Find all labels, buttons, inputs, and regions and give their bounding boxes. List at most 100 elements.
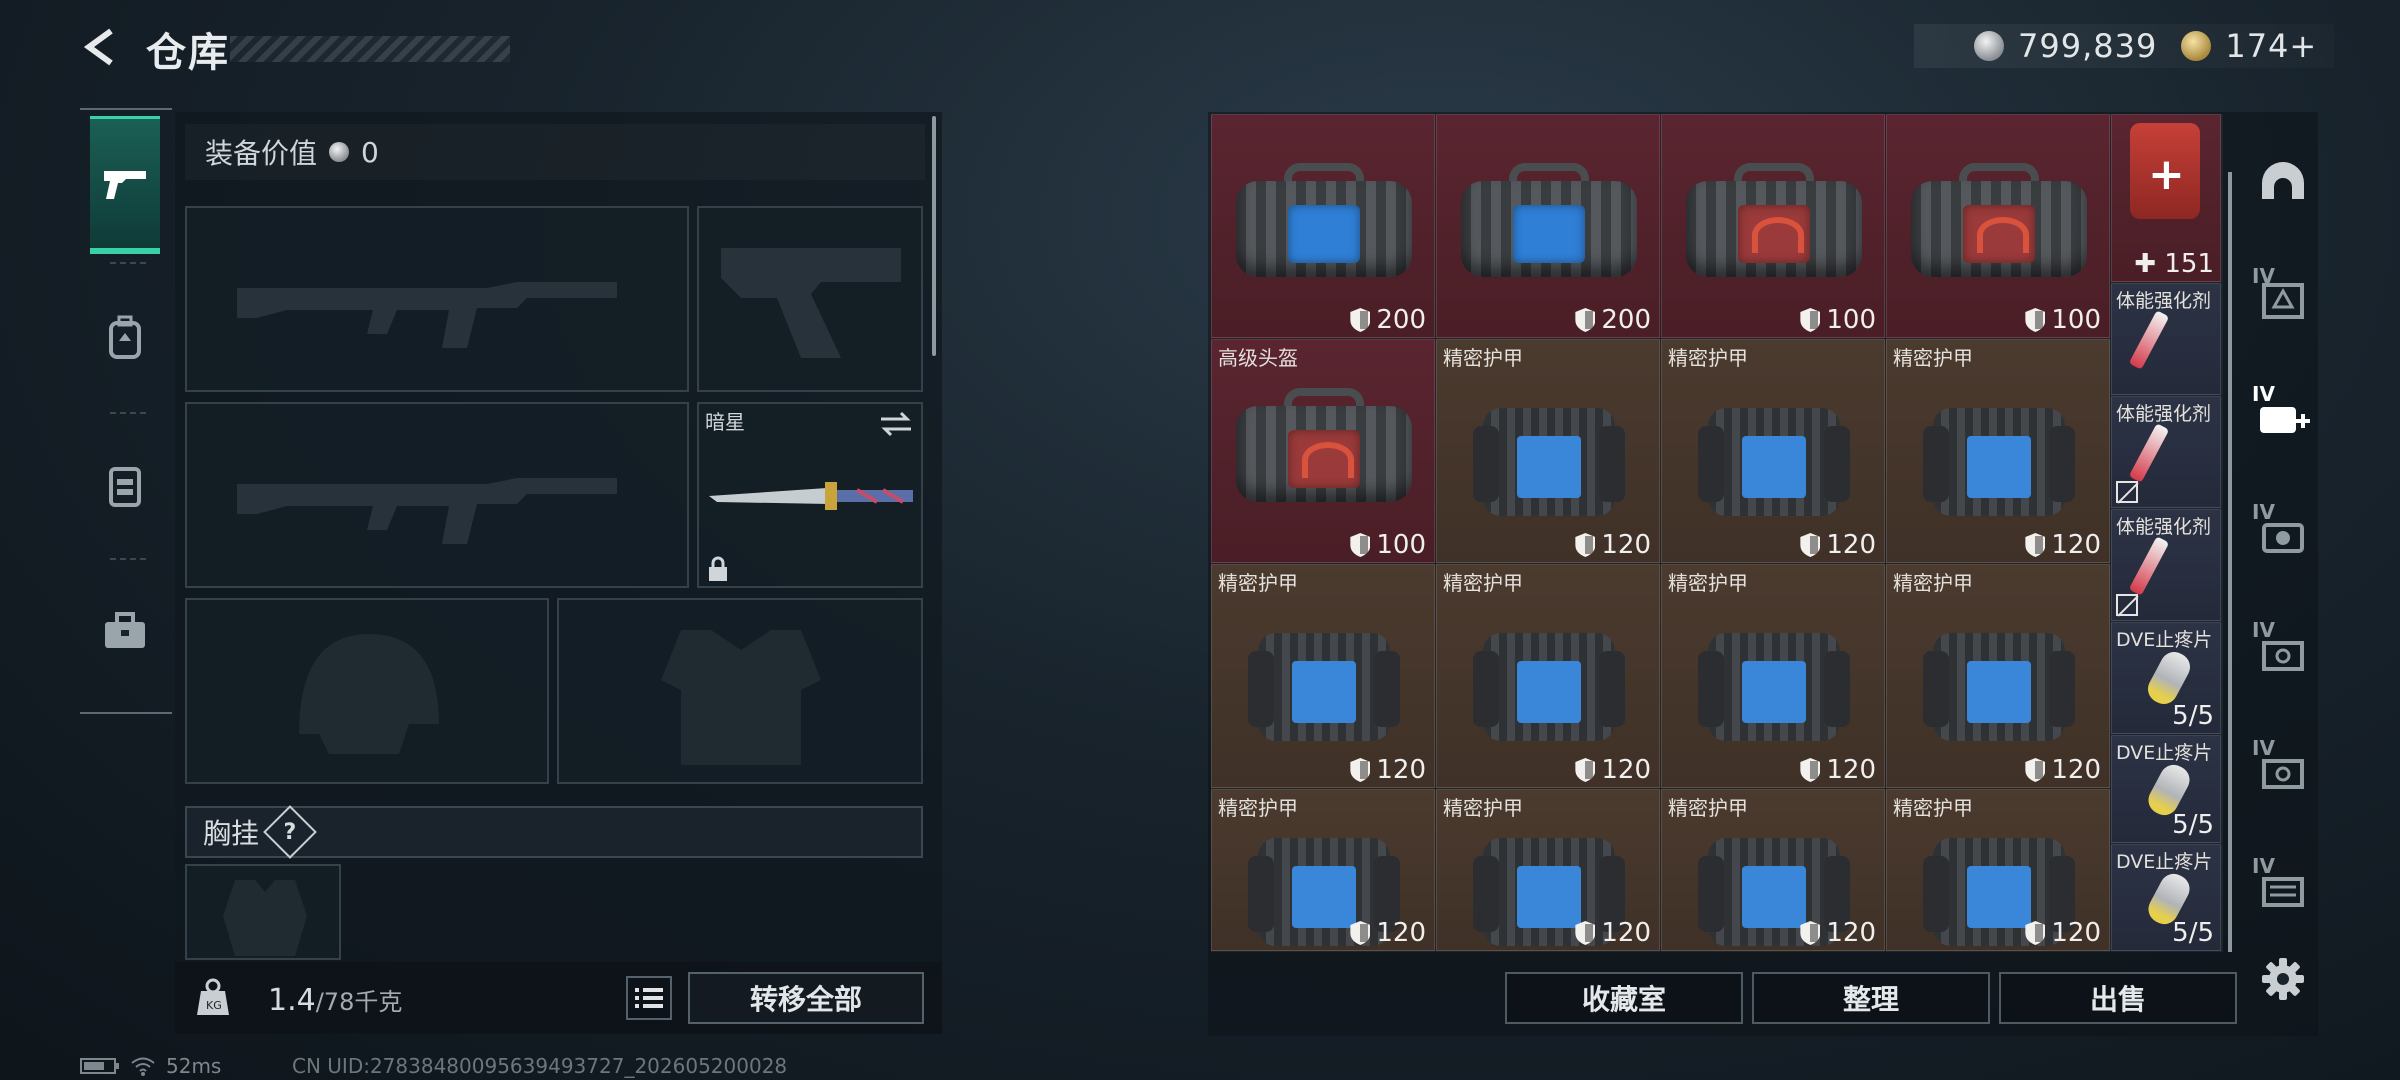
- cell-label: 精密护甲: [1668, 346, 1748, 370]
- disabled-icon: [2116, 481, 2138, 503]
- durability-icon: [1800, 533, 1820, 557]
- pistol-silhouette-icon: [721, 248, 901, 358]
- durability-icon: [2025, 758, 2045, 782]
- armor-vest-icon: [1698, 621, 1850, 741]
- transfer-all-button[interactable]: 转移全部: [688, 972, 924, 1024]
- help-button[interactable]: ?: [263, 805, 317, 859]
- cell-value: 120: [1601, 755, 1651, 785]
- left-nav: [80, 108, 172, 714]
- grid-cell[interactable]: 100: [1886, 114, 2110, 338]
- filter-gear-2[interactable]: IV: [2246, 734, 2320, 808]
- silver-coin-icon: [329, 142, 350, 162]
- cell-value: 120: [2051, 918, 2101, 948]
- weight-readout: 1.4/78千克: [268, 982, 402, 1018]
- warehouse-grid: 200 200 100 100 高级头盔 100 精密护甲 120 精密护甲 1…: [1211, 114, 2223, 952]
- grid-cell[interactable]: 200: [1211, 114, 1435, 338]
- grid-cell[interactable]: ✚ 151: [2111, 114, 2221, 282]
- grid-cell[interactable]: DVE止疼片 5/5: [2111, 622, 2221, 734]
- grid-cell[interactable]: 精密护甲 120: [1211, 789, 1435, 951]
- grid-cell[interactable]: 精密护甲 120: [1436, 564, 1660, 788]
- durability-icon: [1575, 533, 1595, 557]
- sell-button[interactable]: 出售: [1999, 972, 2237, 1024]
- chest-rig-slot[interactable]: [185, 864, 341, 960]
- equipment-value-bar: 装备价值 0: [185, 124, 925, 180]
- grid-cell[interactable]: 精密护甲 120: [1661, 789, 1885, 951]
- helmet-slot[interactable]: [185, 598, 549, 784]
- pistol-slot[interactable]: [697, 206, 923, 392]
- medkit-icon: [2130, 123, 2200, 219]
- knife-icon: [709, 482, 913, 510]
- grid-cell[interactable]: 精密护甲 120: [1436, 339, 1660, 563]
- help-icon: ?: [283, 819, 297, 845]
- armor-silhouette-icon: [661, 630, 821, 765]
- filter-gear[interactable]: IV: [2246, 616, 2320, 690]
- filter-medical[interactable]: IV: [2246, 380, 2320, 454]
- cell-label: 精密护甲: [1443, 346, 1523, 370]
- cell-label: 体能强化剂: [2116, 403, 2212, 425]
- filter-chest-rig[interactable]: IV: [2246, 262, 2320, 336]
- title-decoration: [230, 36, 510, 62]
- list-view-button[interactable]: [626, 976, 672, 1020]
- warehouse-scrollbar[interactable]: [2228, 172, 2232, 952]
- rifle-silhouette-icon: [237, 282, 617, 348]
- cell-value: 5/5: [2172, 701, 2214, 731]
- status-bar: 52ms: [80, 1054, 221, 1078]
- rifle-silhouette-icon: [237, 478, 617, 544]
- grid-cell[interactable]: 精密护甲 120: [1886, 564, 2110, 788]
- grid-cell[interactable]: 精密护甲 120: [1211, 564, 1435, 788]
- tab-backpack[interactable]: [90, 268, 160, 406]
- tab-weapons[interactable]: [90, 116, 160, 254]
- grid-cell[interactable]: 体能强化剂: [2111, 396, 2221, 508]
- grid-cell[interactable]: DVE止疼片 5/5: [2111, 735, 2221, 843]
- grid-cell[interactable]: 精密护甲 120: [1661, 339, 1885, 563]
- lock-icon: [709, 556, 727, 581]
- grid-cell[interactable]: 精密护甲 120: [1661, 564, 1885, 788]
- filter-helmet[interactable]: [2246, 144, 2320, 218]
- svg-text:KG: KG: [206, 999, 222, 1012]
- durability-icon: [1350, 533, 1370, 557]
- backpack-icon: [109, 315, 141, 359]
- page-title: 仓库: [146, 30, 230, 76]
- tab-case[interactable]: [90, 562, 160, 700]
- plus-icon: ✚: [2134, 249, 2157, 279]
- cell-value: 200: [1601, 305, 1651, 335]
- tier-label: IV: [2252, 736, 2275, 760]
- grid-cell[interactable]: 精密护甲 120: [1886, 339, 2110, 563]
- organize-button[interactable]: 整理: [1752, 972, 1990, 1024]
- grid-cell[interactable]: 精密护甲 120: [1436, 789, 1660, 951]
- equipment-scrollbar[interactable]: [932, 116, 936, 356]
- weight-max: /78千克: [315, 988, 403, 1016]
- filter-case[interactable]: IV: [2246, 852, 2320, 926]
- cell-label: 精密护甲: [1893, 571, 1973, 595]
- cell-value: 120: [1826, 755, 1876, 785]
- grid-cell[interactable]: 200: [1436, 114, 1660, 338]
- chest-rig-label: 胸挂: [203, 817, 260, 850]
- armor-slot[interactable]: [557, 598, 923, 784]
- swap-icon[interactable]: [879, 410, 913, 438]
- grid-cell[interactable]: 100: [1661, 114, 1885, 338]
- durability-icon: [1350, 921, 1370, 945]
- grid-cell[interactable]: 高级头盔 100: [1211, 339, 1435, 563]
- primary-weapon-slot[interactable]: [185, 206, 689, 392]
- helmet-icon: [2262, 162, 2304, 199]
- filter-equipment[interactable]: IV: [2246, 498, 2320, 572]
- tab-rig[interactable]: [90, 416, 160, 554]
- grid-cell[interactable]: DVE止疼片 5/5: [2111, 844, 2221, 951]
- weight-icon: KG: [188, 972, 238, 1022]
- cell-value: 100: [1826, 305, 1876, 335]
- helmet-silhouette-icon: [299, 634, 439, 754]
- settings-button[interactable]: [2246, 942, 2320, 1016]
- silver-amount: 799,839: [2018, 27, 2158, 65]
- rig-icon: [109, 467, 141, 507]
- back-button[interactable]: [78, 24, 124, 70]
- gold-amount[interactable]: 174+: [2225, 27, 2317, 65]
- grid-cell[interactable]: 精密护甲 120: [1886, 789, 2110, 951]
- grid-cell[interactable]: 体能强化剂: [2111, 509, 2221, 621]
- cell-label: DVE止疼片: [2116, 851, 2213, 873]
- cell-label: 精密护甲: [1218, 571, 1298, 595]
- melee-slot[interactable]: 暗星: [697, 402, 923, 588]
- secondary-weapon-slot[interactable]: [185, 402, 689, 588]
- collection-room-button[interactable]: 收藏室: [1505, 972, 1743, 1024]
- grid-cell[interactable]: 体能强化剂: [2111, 283, 2221, 395]
- durability-icon: [1575, 308, 1595, 332]
